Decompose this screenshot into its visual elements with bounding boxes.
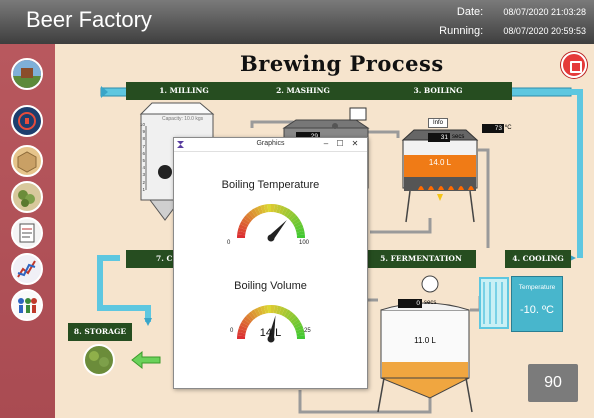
step-storage: 8. STORAGE xyxy=(68,323,132,341)
storage-pipe xyxy=(298,390,432,414)
maximize-button[interactable]: ☐ xyxy=(334,139,346,148)
ferment-pipe xyxy=(370,218,432,234)
graphics-dialog: Graphics – ☐ ✕ Boiling Temperature 0 100… xyxy=(173,137,368,389)
temperature-gauge-max: 100 xyxy=(299,240,310,246)
boil-temp: 73 xyxy=(482,124,504,133)
mill-scale-tick: 1 xyxy=(142,186,145,192)
kettle-leg xyxy=(405,190,411,223)
mill-scale-tick: 9 xyxy=(142,129,145,135)
fermenter-cone xyxy=(380,377,470,399)
mash-valve-icon xyxy=(332,123,338,129)
output-arrow-icon xyxy=(131,350,161,370)
ferment-timer-unit: secs xyxy=(424,300,437,306)
boil-info-button[interactable]: Info xyxy=(428,118,448,128)
volume-gauge-value: 14 L xyxy=(259,327,282,339)
mill-scale-tick: 4 xyxy=(142,165,145,171)
ferment-gauge-icon xyxy=(421,275,439,293)
fermenter-liquid xyxy=(382,362,468,379)
temperature-gauge-min: 0 xyxy=(227,240,231,246)
mill-scale-tick: 8 xyxy=(142,136,145,142)
kettle-leg xyxy=(469,190,475,223)
mill-gear-icon xyxy=(158,165,172,179)
dialog-body: Boiling Temperature 0 100 Boiling Volume… xyxy=(174,152,367,388)
mash-tank-lid xyxy=(282,119,370,129)
temperature-label: Temperature xyxy=(518,284,556,291)
step-milling: 1. MILLING xyxy=(126,82,242,100)
mill-scale-tick: 3 xyxy=(142,172,145,178)
mill-scale: 10 9 8 7 6 5 4 3 2 1 xyxy=(136,121,145,193)
boil-timer-unit: secs xyxy=(452,134,465,140)
gauge-hub xyxy=(267,234,275,242)
right-pipe xyxy=(568,89,583,258)
mill-scale-tick: 6 xyxy=(142,150,145,156)
cooler-pipe xyxy=(470,296,482,312)
mill-top xyxy=(139,102,215,115)
boil-drain-arrow-icon xyxy=(437,194,443,201)
mill-scale-tick: 5 xyxy=(142,158,145,164)
brewing-process-title: Brewing Process xyxy=(240,51,444,76)
fermenter-leg xyxy=(377,377,385,413)
mill-scale-tick: 7 xyxy=(142,143,145,149)
boil-volume: 14.0 L xyxy=(428,158,452,167)
mill-scale-tick: 10 xyxy=(139,122,145,127)
fermenter-leg xyxy=(465,377,473,413)
counter-display: 90 xyxy=(528,364,578,402)
temperature-value: -10. ºC xyxy=(520,304,554,316)
ferment-timer: 0 xyxy=(398,299,422,308)
boil-to-ferment-pipe xyxy=(478,148,490,248)
boil-temp-unit: ºC xyxy=(505,125,512,131)
step-fermentation: 5. FERMENTATION xyxy=(366,250,476,268)
stop-button[interactable] xyxy=(561,52,587,78)
volume-gauge-title: Boiling Volume xyxy=(234,280,307,292)
step-mashing: 2. MASHING xyxy=(242,82,364,100)
hops-storage-icon xyxy=(83,344,115,376)
boil-timer: 31 xyxy=(428,133,450,142)
temperature-panel: Temperature -10. ºC xyxy=(511,276,563,332)
step-cooling: 4. COOLING xyxy=(505,250,571,268)
boil-pipe xyxy=(366,130,400,138)
minimize-button[interactable]: – xyxy=(320,139,332,148)
dialog-titlebar[interactable]: Graphics – ☐ ✕ xyxy=(174,138,367,152)
temperature-gauge xyxy=(237,204,305,242)
mash-gauge-icon xyxy=(349,107,367,121)
ferment-volume: 11.0 L xyxy=(414,336,436,345)
mill-capacity: Capacity: 10.0 kgs xyxy=(162,116,204,122)
step-boiling: 3. BOILING xyxy=(364,82,512,100)
temperature-gauge-title: Boiling Temperature xyxy=(221,179,320,191)
step-7: 7. C xyxy=(126,250,176,268)
mill-scale-tick: 2 xyxy=(142,179,145,185)
close-button[interactable]: ✕ xyxy=(349,139,361,148)
